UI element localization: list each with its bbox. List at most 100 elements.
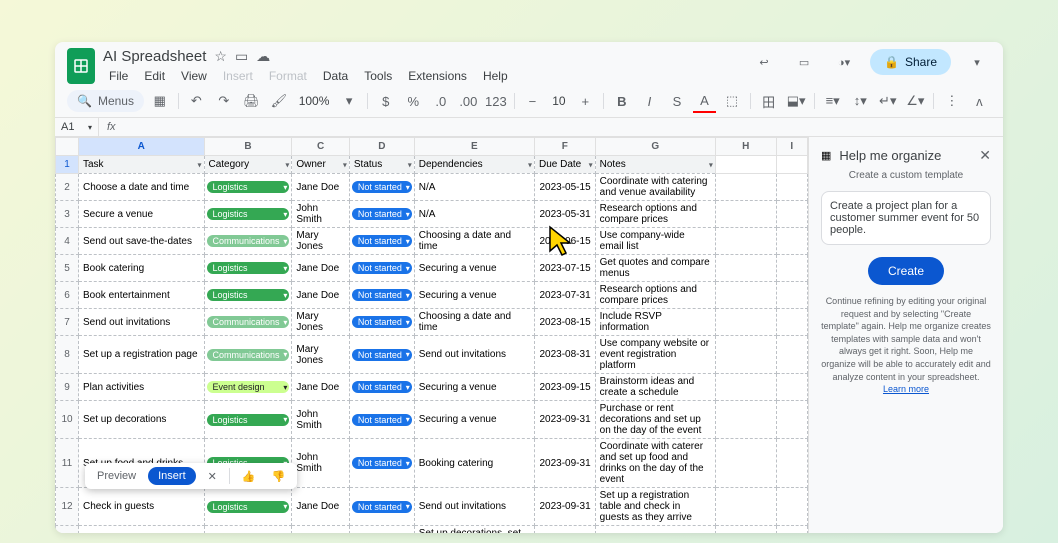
undo-icon[interactable]: ↶ xyxy=(185,89,209,113)
menu-dropdown-icon[interactable]: ▾ xyxy=(963,48,991,76)
cell-notes[interactable]: Research options and compare prices xyxy=(595,282,715,309)
filter-icon[interactable]: ▾ xyxy=(709,160,713,169)
filter-icon[interactable]: ▾ xyxy=(589,160,593,169)
cell-notes[interactable]: Get quotes and compare menus xyxy=(595,255,715,282)
col-header-C[interactable]: C xyxy=(292,138,350,156)
name-box[interactable]: A1▾ xyxy=(55,118,99,136)
status-chip[interactable]: Not started▾ xyxy=(352,181,412,193)
cell-due-date[interactable]: 2023-09-31 xyxy=(534,401,595,439)
col-header-D[interactable]: D xyxy=(349,138,414,156)
meet-icon[interactable]: ◑▾ xyxy=(830,48,858,76)
cell-owner[interactable]: John Smith xyxy=(292,201,350,228)
cell-notes[interactable]: Coordinate with catering and venue avail… xyxy=(595,174,715,201)
text-color-icon[interactable]: A xyxy=(693,89,717,113)
bold-icon[interactable]: B xyxy=(610,89,634,113)
filter-icon[interactable]: ▾ xyxy=(343,160,347,169)
header-category[interactable]: Category▾ xyxy=(204,156,292,174)
history-icon[interactable]: ↩ xyxy=(750,48,778,76)
cell-dependencies[interactable]: Choosing a date and time xyxy=(414,228,534,255)
fill-color-icon[interactable]: ⬚ xyxy=(720,89,744,113)
cell-task[interactable]: Choose a date and time xyxy=(79,174,205,201)
italic-icon[interactable]: I xyxy=(638,89,662,113)
menu-file[interactable]: File xyxy=(103,67,134,85)
category-chip[interactable]: Logistics▾ xyxy=(207,181,290,193)
preview-button[interactable]: Preview xyxy=(93,468,140,484)
category-chip[interactable]: Communications▾ xyxy=(207,235,290,247)
cell-dependencies[interactable]: Set up decorations, set up food and drin… xyxy=(414,526,534,534)
menu-insert[interactable]: Insert xyxy=(217,67,259,85)
cell-due-date[interactable]: 2023-05-31 xyxy=(534,201,595,228)
borders-icon[interactable]: 田 xyxy=(757,89,781,113)
cell-owner[interactable]: Jane Doe xyxy=(292,374,350,401)
cell-due-date[interactable]: 2023-09-15 xyxy=(534,374,595,401)
col-header-I[interactable]: I xyxy=(776,138,807,156)
category-chip[interactable]: Communications▾ xyxy=(207,316,290,328)
cell-dependencies[interactable]: N/A xyxy=(414,201,534,228)
wrap-icon[interactable]: ↵▾ xyxy=(876,89,900,113)
cell-dependencies[interactable]: Choosing a date and time xyxy=(414,309,534,336)
cell-owner[interactable]: John Smith xyxy=(292,439,350,488)
font-plus-icon[interactable]: + xyxy=(574,89,598,113)
close-icon[interactable]: ✕ xyxy=(979,147,991,164)
create-button[interactable]: Create xyxy=(868,257,944,285)
status-chip[interactable]: Not started▾ xyxy=(352,235,412,247)
doc-title[interactable]: AI Spreadsheet xyxy=(103,48,206,65)
menu-data[interactable]: Data xyxy=(317,67,354,85)
header-status[interactable]: Status▾ xyxy=(349,156,414,174)
redo-icon[interactable]: ↷ xyxy=(212,89,236,113)
menu-edit[interactable]: Edit xyxy=(138,67,171,85)
filter-icon[interactable]: ▾ xyxy=(197,160,201,169)
category-chip[interactable]: Event design▾ xyxy=(207,381,290,393)
cell-due-date[interactable]: 2023-08-31 xyxy=(534,336,595,374)
cell-task[interactable]: Set up decorations xyxy=(79,401,205,439)
star-icon[interactable]: ☆ xyxy=(214,48,227,65)
prompt-input[interactable]: Create a project plan for a customer sum… xyxy=(821,191,991,245)
valign-icon[interactable]: ↕▾ xyxy=(848,89,872,113)
cell-task[interactable]: Send out invitations xyxy=(79,309,205,336)
category-chip[interactable]: Logistics▾ xyxy=(207,501,290,513)
cell-due-date[interactable]: 2023-09-31 xyxy=(534,526,595,534)
header-due-date[interactable]: Due Date▾ xyxy=(534,156,595,174)
grid-icon[interactable]: ▦ xyxy=(148,89,172,113)
cell-notes[interactable]: Set up a registration table and check in… xyxy=(595,488,715,526)
status-chip[interactable]: Not started▾ xyxy=(352,349,412,361)
status-chip[interactable]: Not started▾ xyxy=(352,381,412,393)
col-header-F[interactable]: F xyxy=(534,138,595,156)
cell-owner[interactable]: Mary Jones xyxy=(292,336,350,374)
category-chip[interactable]: Logistics▾ xyxy=(207,289,290,301)
cell-due-date[interactable]: 2023-07-15 xyxy=(534,255,595,282)
strike-icon[interactable]: S xyxy=(665,89,689,113)
status-chip[interactable]: Not started▾ xyxy=(352,457,412,469)
menu-tools[interactable]: Tools xyxy=(358,67,398,85)
status-chip[interactable]: Not started▾ xyxy=(352,289,412,301)
cell-task[interactable]: Set up a registration page xyxy=(79,336,205,374)
currency-icon[interactable]: $ xyxy=(374,89,398,113)
cell-notes[interactable]: Research options and compare prices xyxy=(595,201,715,228)
cell-task[interactable]: Secure a venue xyxy=(79,201,205,228)
cell-owner[interactable]: Jane Doe xyxy=(292,174,350,201)
cell-notes[interactable]: Use company-wide email list xyxy=(595,228,715,255)
header-notes[interactable]: Notes▾ xyxy=(595,156,715,174)
cell-dependencies[interactable]: Booking catering xyxy=(414,439,534,488)
col-header-H[interactable]: H xyxy=(715,138,776,156)
align-icon[interactable]: ≡▾ xyxy=(821,89,845,113)
cell-notes[interactable]: Coordinate with caterer and set up food … xyxy=(595,439,715,488)
status-chip[interactable]: Not started▾ xyxy=(352,501,412,513)
col-header-E[interactable]: E xyxy=(414,138,534,156)
thumbs-up-icon[interactable]: 👍 xyxy=(238,468,260,485)
cell-due-date[interactable]: 2023-08-15 xyxy=(534,309,595,336)
cell-due-date[interactable]: 2023-06-15 xyxy=(534,228,595,255)
filter-icon[interactable]: ▾ xyxy=(285,160,289,169)
menu-search[interactable]: 🔍Menus xyxy=(67,90,144,112)
comment-icon[interactable]: ▭ xyxy=(790,48,818,76)
cell-owner[interactable]: John Smith xyxy=(292,401,350,439)
cell-owner[interactable]: Jane Doe xyxy=(292,526,350,534)
cell-dependencies[interactable]: Send out invitations xyxy=(414,336,534,374)
print-icon[interactable]: 🖨 xyxy=(240,89,264,113)
collapse-icon[interactable]: ʌ xyxy=(968,89,992,113)
menu-format[interactable]: Format xyxy=(263,67,313,85)
zoom-select[interactable]: 100% xyxy=(295,94,334,108)
cell-dependencies[interactable]: Securing a venue xyxy=(414,401,534,439)
decimal-decrease-icon[interactable]: .0 xyxy=(429,89,453,113)
category-chip[interactable]: Logistics▾ xyxy=(207,208,290,220)
